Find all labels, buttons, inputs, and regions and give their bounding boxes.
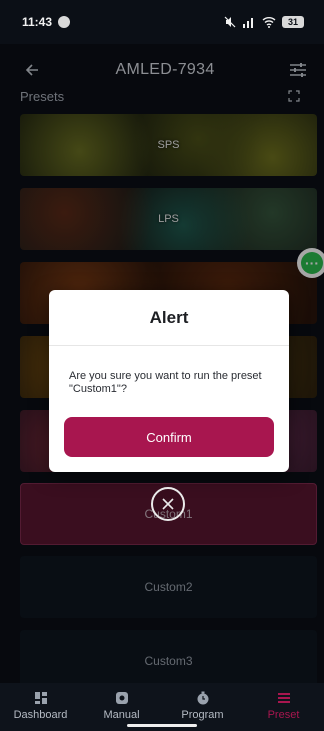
status-right: 31 xyxy=(224,16,304,28)
close-button[interactable] xyxy=(151,487,185,521)
divider xyxy=(49,345,289,346)
nav-item-preset[interactable]: Preset xyxy=(244,691,324,721)
alert-title: Alert xyxy=(149,308,189,327)
status-left: 11:43 xyxy=(22,15,71,29)
nav-item-manual[interactable]: Manual xyxy=(82,691,162,721)
wifi-icon xyxy=(262,17,276,28)
preset-icon xyxy=(277,693,290,703)
close-icon xyxy=(162,498,174,510)
alert-message: Are you sure you want to run the preset … xyxy=(69,370,262,395)
confirm-button[interactable]: Confirm xyxy=(64,417,274,457)
dashboard-icon xyxy=(34,692,47,704)
battery-icon: 31 xyxy=(282,16,304,28)
program-icon xyxy=(197,691,208,705)
status-bar: 11:43 31 xyxy=(0,0,324,44)
alert-dialog: Alert Are you sure you want to run the p… xyxy=(49,290,289,472)
manual-icon xyxy=(115,692,128,704)
nav-item-program[interactable]: Program xyxy=(163,691,243,721)
nav-item-dashboard[interactable]: Dashboard xyxy=(1,691,81,721)
home-indicator[interactable] xyxy=(127,724,197,727)
status-time: 11:43 xyxy=(22,15,53,29)
signal-icon xyxy=(243,18,253,28)
mute-icon xyxy=(224,16,236,28)
notification-icon xyxy=(58,16,71,28)
nav-label: Preset xyxy=(267,709,300,721)
nav-label: Dashboard xyxy=(13,709,68,721)
nav-label: Manual xyxy=(103,709,140,721)
nav-label: Program xyxy=(181,709,224,721)
